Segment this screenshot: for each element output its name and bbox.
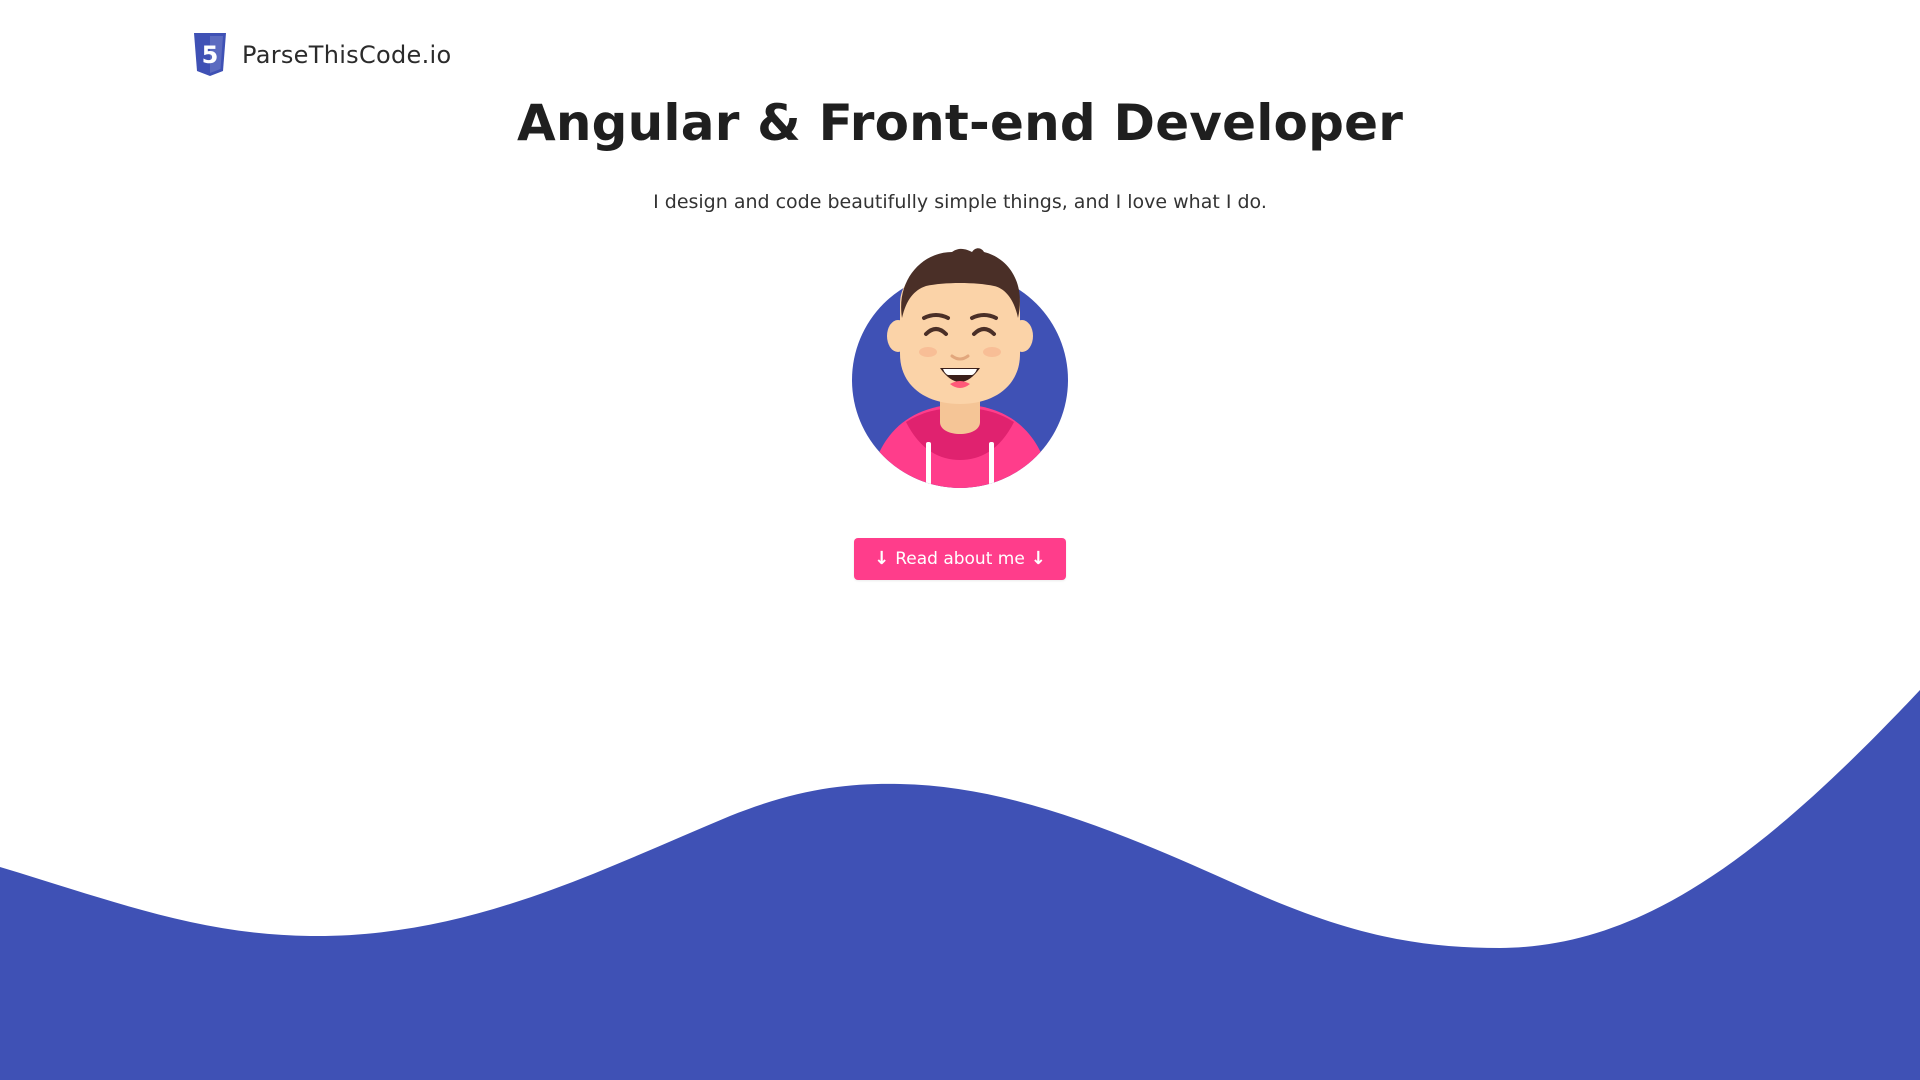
developer-avatar	[852, 248, 1068, 488]
read-about-me-button[interactable]: ↓ Read about me ↓	[854, 538, 1066, 580]
svg-text:5: 5	[202, 41, 219, 69]
hero-subtitle: I design and code beautifully simple thi…	[653, 191, 1267, 213]
page-title: Angular & Front-end Developer	[516, 94, 1404, 152]
read-about-me-label: Read about me	[895, 549, 1025, 569]
arrow-down-icon: ↓	[1030, 548, 1046, 569]
arrow-down-icon: ↓	[874, 548, 890, 569]
landing-page: 5 ParseThisCode.io Angular & Front-end D…	[0, 0, 1920, 1080]
html5-icon: 5	[194, 33, 226, 76]
decorative-wave	[0, 690, 1920, 1080]
brand-link[interactable]: 5 ParseThisCode.io	[192, 33, 452, 76]
brand-name: ParseThisCode.io	[242, 40, 452, 69]
